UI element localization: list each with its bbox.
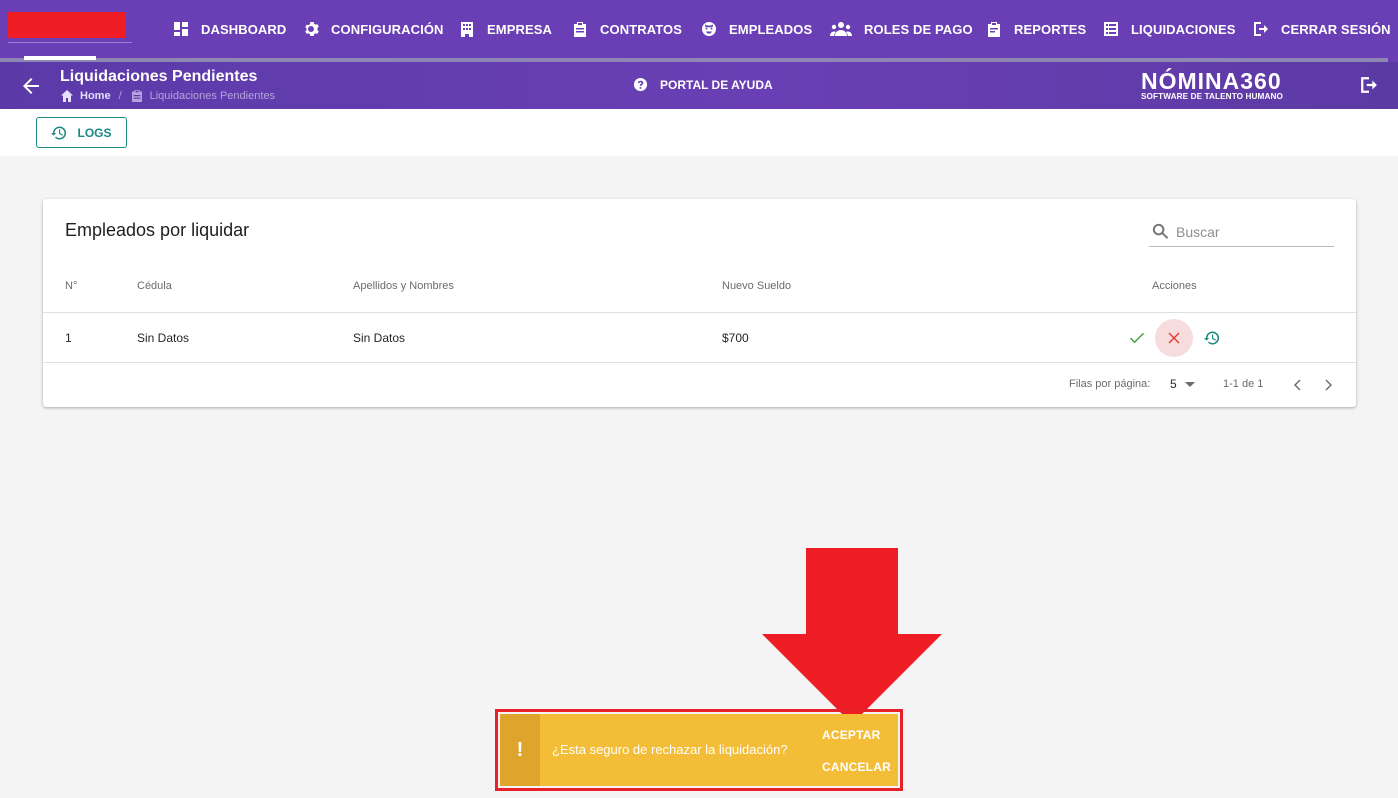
- accept-button[interactable]: ACEPTAR: [822, 728, 881, 742]
- help-portal-label: PORTAL DE AYUDA: [660, 77, 773, 92]
- annotation-arrow: [762, 548, 942, 724]
- logo-subtitle: SOFTWARE DE TALENTO HUMANO: [1141, 92, 1283, 101]
- nav-dashboard-label: DASHBOARD: [201, 21, 287, 37]
- list-icon: [1104, 22, 1118, 36]
- prev-page-button[interactable]: [1288, 375, 1308, 395]
- chevron-left-icon: [1294, 379, 1301, 391]
- approve-button[interactable]: [1125, 326, 1149, 350]
- nav-reportes[interactable]: REPORTES: [986, 0, 1086, 58]
- building-icon: [461, 22, 473, 37]
- nav-empresa-label: EMPRESA: [487, 21, 552, 37]
- breadcrumb-home-label: Home: [80, 90, 111, 102]
- nav-empleados[interactable]: EMPLEADOS: [701, 0, 812, 58]
- brand-divider: [8, 42, 132, 43]
- check-icon: [1130, 332, 1144, 344]
- nav-cerrar-sesion-label: CERRAR SESIÓN: [1281, 21, 1391, 37]
- search-input[interactable]: [1176, 223, 1326, 240]
- column-header-sueldo[interactable]: Nuevo Sueldo: [722, 280, 791, 292]
- history-icon: [1204, 331, 1220, 345]
- history-icon: [51, 125, 67, 139]
- nav-roles-de-pago[interactable]: ROLES DE PAGO: [830, 0, 973, 58]
- close-icon: [1168, 332, 1180, 344]
- page-header: Liquidaciones Pendientes Home / Liquidac…: [0, 62, 1398, 109]
- nomina360-logo: NÓMINA360 SOFTWARE DE TALENTO HUMANO: [1141, 68, 1307, 102]
- logout-icon: [1254, 22, 1268, 36]
- pagination-range: 1-1 de 1: [1223, 378, 1264, 390]
- nav-dashboard[interactable]: DASHBOARD: [173, 0, 286, 58]
- column-header-cedula[interactable]: Cédula: [137, 280, 172, 292]
- breadcrumb-home[interactable]: Home: [60, 89, 111, 103]
- breadcrumb-separator: /: [118, 90, 122, 102]
- breadcrumb-current: Liquidaciones Pendientes: [130, 89, 275, 103]
- search-icon: [1152, 223, 1169, 239]
- breadcrumb: Home / Liquidaciones Pendientes: [60, 89, 275, 103]
- cell-sueldo: $700: [722, 331, 749, 345]
- nav-liquidaciones-label: LIQUIDACIONES: [1131, 21, 1236, 37]
- rows-per-page-label: Filas por página:: [1069, 378, 1151, 390]
- arrow-left-icon: [23, 78, 39, 94]
- nav-empleados-label: EMPLEADOS: [729, 21, 813, 37]
- report-icon: [988, 22, 1000, 37]
- nav-liquidaciones[interactable]: LIQUIDACIONES: [1103, 0, 1236, 58]
- help-portal-link[interactable]: PORTAL DE AYUDA: [633, 77, 773, 92]
- nav-reportes-label: REPORTES: [1014, 21, 1087, 37]
- rows-per-page-value: 5: [1170, 377, 1177, 391]
- rows-per-page-select[interactable]: 5: [1170, 374, 1200, 394]
- logout-icon: [1361, 77, 1377, 93]
- breadcrumb-current-label: Liquidaciones Pendientes: [149, 90, 275, 102]
- top-navbar: DASHBOARD CONFIGURACIÓN EMPRESA CONTRATO…: [0, 0, 1398, 62]
- nav-empresa[interactable]: EMPRESA: [459, 0, 552, 58]
- nav-contratos-label: CONTRATOS: [600, 21, 683, 37]
- column-header-acciones: Acciones: [1152, 280, 1197, 292]
- warning-icon: !: [500, 714, 540, 786]
- clipboard-icon: [131, 90, 142, 102]
- nav-contratos[interactable]: CONTRATOS: [572, 0, 682, 58]
- column-header-n[interactable]: N°: [65, 280, 77, 292]
- cancel-button[interactable]: CANCELAR: [822, 760, 891, 774]
- face-icon: [702, 22, 716, 36]
- card-title: Empleados por liquidar: [65, 220, 250, 240]
- cell-cedula: Sin Datos: [137, 331, 190, 345]
- cell-nombres: Sin Datos: [353, 331, 406, 345]
- nav-roles-label: ROLES DE PAGO: [864, 21, 973, 37]
- cell-n: 1: [65, 331, 72, 345]
- logs-button[interactable]: LOGS: [36, 117, 127, 148]
- table-row: 1 Sin Datos Sin Datos $700: [43, 312, 1356, 363]
- clipboard-icon: [574, 22, 586, 37]
- action-toolbar: LOGS: [0, 109, 1398, 156]
- history-button[interactable]: [1200, 326, 1224, 350]
- nav-configuracion[interactable]: CONFIGURACIÓN: [303, 0, 444, 58]
- column-header-nombres[interactable]: Apellidos y Nombres: [353, 280, 454, 292]
- snackbar-message: ¿Esta seguro de rechazar la liquidación?: [552, 742, 788, 757]
- search-field[interactable]: [1149, 217, 1334, 247]
- gear-icon: [305, 22, 319, 36]
- chevron-down-icon: [1184, 382, 1195, 387]
- dashboard-icon: [174, 22, 188, 36]
- page-title: Liquidaciones Pendientes: [60, 68, 258, 85]
- nav-cerrar-sesion[interactable]: CERRAR SESIÓN: [1253, 0, 1391, 58]
- reject-button[interactable]: [1155, 319, 1193, 357]
- active-indicator: [24, 56, 96, 60]
- users-icon: [830, 22, 852, 36]
- logs-label: LOGS: [77, 125, 112, 140]
- home-icon: [61, 90, 73, 102]
- brand-logo-redacted[interactable]: [8, 12, 126, 38]
- back-button[interactable]: [19, 74, 43, 98]
- header-logout-button[interactable]: [1360, 76, 1380, 96]
- pagination: Filas por página: 5 1-1 de 1: [43, 363, 1356, 407]
- confirm-snackbar: ! ¿Esta seguro de rechazar la liquidació…: [500, 714, 898, 786]
- chevron-right-icon: [1325, 379, 1332, 391]
- nav-configuracion-label: CONFIGURACIÓN: [331, 21, 444, 37]
- logo-main-text: NÓMINA360: [1141, 68, 1282, 94]
- help-icon: [633, 77, 648, 92]
- employees-card: Empleados por liquidar N° Cédula Apellid…: [43, 199, 1356, 407]
- next-page-button[interactable]: [1318, 375, 1338, 395]
